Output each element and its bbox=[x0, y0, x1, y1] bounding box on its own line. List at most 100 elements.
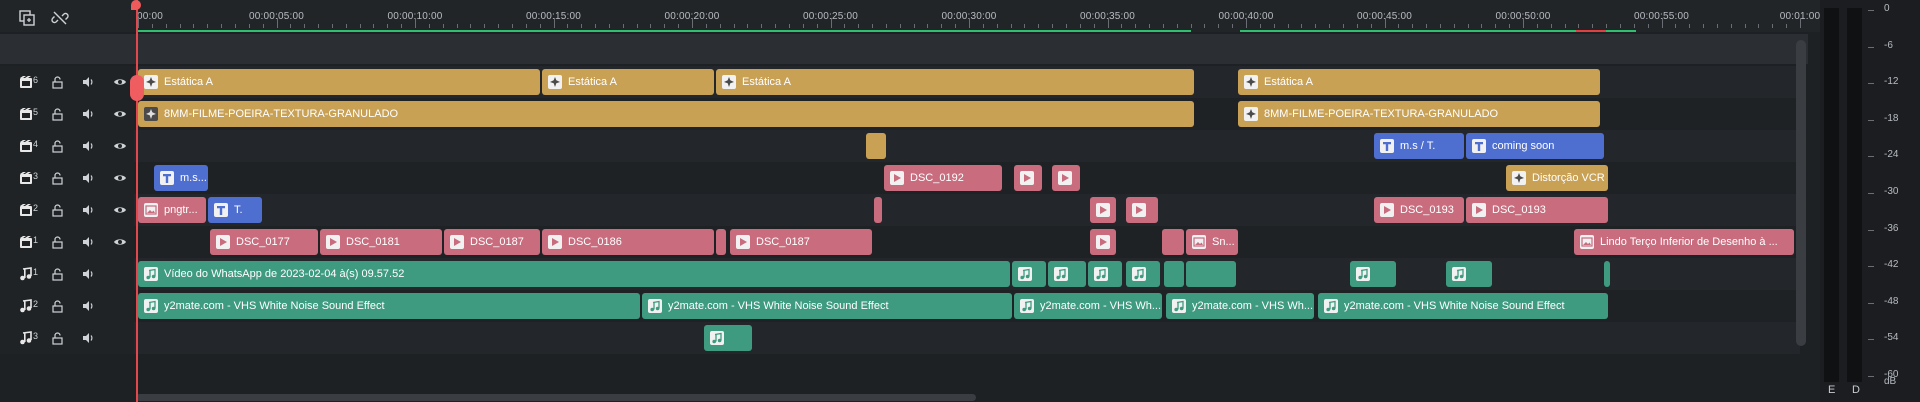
lock-icon[interactable] bbox=[49, 298, 65, 314]
audio-clip[interactable]: y2mate.com - VHS White Noise Sound Effec… bbox=[138, 293, 640, 319]
eye-icon[interactable] bbox=[112, 138, 128, 154]
speaker-icon[interactable] bbox=[80, 106, 96, 122]
video-clip[interactable] bbox=[1090, 229, 1116, 255]
speaker-icon[interactable] bbox=[80, 234, 96, 250]
effect-clip[interactable]: Estática A bbox=[1238, 69, 1600, 95]
ruler-tick bbox=[553, 18, 555, 28]
meter-db-label: -36 bbox=[1884, 222, 1899, 234]
video-clip[interactable] bbox=[716, 229, 726, 255]
ruler-tick bbox=[927, 24, 929, 28]
video-clip[interactable]: DSC_0192 bbox=[884, 165, 1002, 191]
audio-clip[interactable] bbox=[704, 325, 752, 351]
audio-track-icon bbox=[18, 330, 34, 346]
playhead-handle[interactable] bbox=[131, 0, 141, 10]
ruler-tick bbox=[1398, 24, 1400, 28]
eye-icon[interactable] bbox=[112, 106, 128, 122]
video-clip[interactable] bbox=[1014, 165, 1042, 191]
title-clip[interactable]: T. bbox=[208, 197, 262, 223]
unlink-icon[interactable] bbox=[47, 6, 73, 30]
video-clip[interactable]: DSC_0187 bbox=[444, 229, 540, 255]
title-clip[interactable]: m.s / T. bbox=[1374, 133, 1464, 159]
music-note-icon bbox=[710, 331, 724, 345]
speaker-icon[interactable] bbox=[80, 74, 96, 90]
audio-clip[interactable] bbox=[1012, 261, 1046, 287]
audio-clip[interactable] bbox=[1164, 261, 1184, 287]
video-clip[interactable] bbox=[1090, 197, 1116, 223]
ruler-tick bbox=[1689, 24, 1691, 28]
lock-icon[interactable] bbox=[49, 266, 65, 282]
speaker-icon[interactable] bbox=[80, 298, 96, 314]
video-clip[interactable]: pngtr... bbox=[138, 197, 206, 223]
effect-clip[interactable]: 8MM-FILME-POEIRA-TEXTURA-GRANULADO bbox=[1238, 101, 1600, 127]
video-clip[interactable] bbox=[1126, 197, 1158, 223]
video-clip[interactable] bbox=[1052, 165, 1080, 191]
time-ruler[interactable]: 00:00 00:00:05:00 00:00:10:00 00:00:15:00 00… bbox=[136, 0, 1820, 32]
eye-icon[interactable] bbox=[112, 170, 128, 186]
ruler-tick bbox=[1038, 24, 1040, 28]
video-clip[interactable] bbox=[1162, 229, 1184, 255]
eye-icon[interactable] bbox=[112, 202, 128, 218]
meter-tick bbox=[1868, 193, 1874, 194]
horizontal-scrollbar[interactable] bbox=[136, 394, 976, 401]
audio-clip[interactable] bbox=[1604, 261, 1610, 287]
audio-clip[interactable] bbox=[1446, 261, 1492, 287]
meter-tick bbox=[1868, 83, 1874, 85]
video-track-icon bbox=[18, 202, 34, 218]
video-clip[interactable]: DSC_0177 bbox=[210, 229, 318, 255]
audio-clip[interactable]: Vídeo do WhatsApp de 2023-02-04 à(s) 09.… bbox=[138, 261, 1010, 287]
vertical-scrollbar[interactable] bbox=[1796, 40, 1806, 346]
lock-icon[interactable] bbox=[49, 106, 65, 122]
playhead[interactable] bbox=[136, 0, 138, 402]
effect-clip[interactable] bbox=[866, 133, 886, 159]
lock-icon[interactable] bbox=[49, 138, 65, 154]
video-clip[interactable]: DSC_0193 bbox=[1466, 197, 1608, 223]
speaker-icon[interactable] bbox=[80, 266, 96, 282]
play-icon bbox=[890, 171, 904, 185]
audio-clip[interactable] bbox=[1088, 261, 1122, 287]
lock-icon[interactable] bbox=[49, 202, 65, 218]
video-clip[interactable]: Sn... bbox=[1186, 229, 1238, 255]
video-clip[interactable] bbox=[874, 197, 882, 223]
lock-icon[interactable] bbox=[49, 74, 65, 90]
title-clip[interactable]: m.s... bbox=[154, 165, 208, 191]
video-clip[interactable]: DSC_0181 bbox=[320, 229, 442, 255]
speaker-icon[interactable] bbox=[80, 330, 96, 346]
audio-clip[interactable] bbox=[1048, 261, 1086, 287]
lock-icon[interactable] bbox=[49, 170, 65, 186]
meter-db-label: -24 bbox=[1884, 149, 1899, 161]
audio-clip[interactable]: y2mate.com - VHS Wh... bbox=[1166, 293, 1314, 319]
ruler-tick bbox=[138, 18, 139, 28]
speaker-icon[interactable] bbox=[80, 170, 96, 186]
ruler-tick bbox=[692, 18, 693, 28]
audio-clip[interactable] bbox=[1126, 261, 1160, 287]
effect-clip[interactable]: 8MM-FILME-POEIRA-TEXTURA-GRANULADO bbox=[138, 101, 1194, 127]
meter-db-label: -42 bbox=[1884, 259, 1899, 271]
speaker-icon[interactable] bbox=[80, 138, 96, 154]
playhead-marker[interactable] bbox=[130, 75, 144, 101]
lock-icon[interactable] bbox=[49, 330, 65, 346]
effect-clip[interactable]: Distorção VCR bbox=[1506, 165, 1608, 191]
eye-icon[interactable] bbox=[112, 234, 128, 250]
title-clip[interactable]: coming soon bbox=[1466, 133, 1604, 159]
ruler-tick bbox=[733, 24, 735, 28]
speaker-icon[interactable] bbox=[80, 202, 96, 218]
effect-icon bbox=[1244, 107, 1258, 121]
audio-clip[interactable] bbox=[1186, 261, 1236, 287]
video-clip[interactable]: DSC_0186 bbox=[542, 229, 714, 255]
video-clip[interactable]: DSC_0187 bbox=[730, 229, 872, 255]
effect-clip[interactable]: Estática A bbox=[542, 69, 714, 95]
play-icon bbox=[1472, 203, 1486, 217]
lock-icon[interactable] bbox=[49, 234, 65, 250]
effect-clip[interactable]: Estática A bbox=[716, 69, 1194, 95]
copy-icon[interactable] bbox=[14, 6, 40, 30]
video-clip[interactable]: DSC_0193 bbox=[1374, 197, 1464, 223]
eye-icon[interactable] bbox=[112, 74, 128, 90]
audio-clip[interactable] bbox=[1350, 261, 1396, 287]
video-clip[interactable]: Lindo Terço Inferior de Desenho à ... bbox=[1574, 229, 1794, 255]
title-icon bbox=[1472, 139, 1486, 153]
effect-icon bbox=[144, 107, 158, 121]
audio-clip[interactable]: y2mate.com - VHS White Noise Sound Effec… bbox=[1318, 293, 1608, 319]
audio-clip[interactable]: y2mate.com - VHS White Noise Sound Effec… bbox=[642, 293, 1012, 319]
audio-clip[interactable]: y2mate.com - VHS Wh... bbox=[1014, 293, 1162, 319]
effect-clip[interactable]: Estática A bbox=[138, 69, 540, 95]
